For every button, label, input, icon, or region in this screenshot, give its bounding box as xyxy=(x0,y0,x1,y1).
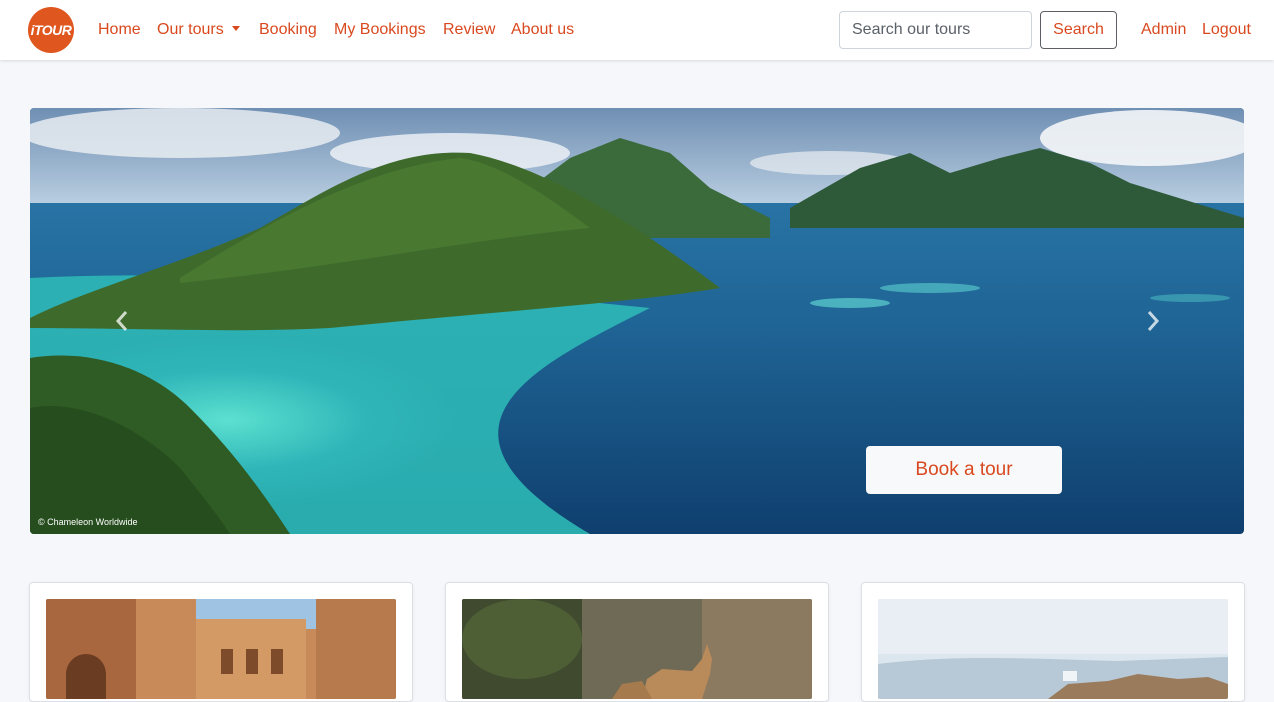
chevron-right-icon xyxy=(1147,311,1160,331)
search-button[interactable]: Search xyxy=(1040,11,1117,49)
caret-down-icon xyxy=(231,26,240,31)
carousel-prev-button[interactable] xyxy=(107,302,137,340)
tour-card-image xyxy=(46,599,396,699)
top-navbar: iTOUR Home Our tours Booking My Bookings… xyxy=(0,0,1274,60)
nav-home-link[interactable]: Home xyxy=(98,19,141,41)
book-tour-button[interactable]: Book a tour xyxy=(866,446,1062,494)
tour-card-desert-fortress[interactable] xyxy=(861,582,1245,702)
carousel-next-button[interactable] xyxy=(1138,302,1168,340)
nav-review-link[interactable]: Review xyxy=(443,19,495,41)
nav-my-bookings-link[interactable]: My Bookings xyxy=(334,19,426,41)
brand-logo[interactable]: iTOUR xyxy=(28,7,74,53)
tour-card-image xyxy=(878,599,1228,699)
tour-card-image xyxy=(462,599,812,699)
tour-card-gazelle[interactable] xyxy=(445,582,829,702)
nav-admin-link[interactable]: Admin xyxy=(1141,19,1186,41)
chevron-left-icon xyxy=(115,311,128,331)
logo-text: iTOUR xyxy=(30,22,72,38)
nav-logout-link[interactable]: Logout xyxy=(1202,19,1251,41)
search-input[interactable] xyxy=(839,11,1032,49)
nav-tours-dropdown[interactable]: Our tours xyxy=(157,19,240,41)
tour-card-old-city[interactable] xyxy=(29,582,413,702)
nav-tours-label: Our tours xyxy=(157,21,224,38)
photo-credit: © Chameleon Worldwide xyxy=(38,517,138,527)
nav-booking-link[interactable]: Booking xyxy=(259,19,317,41)
nav-about-link[interactable]: About us xyxy=(511,19,574,41)
